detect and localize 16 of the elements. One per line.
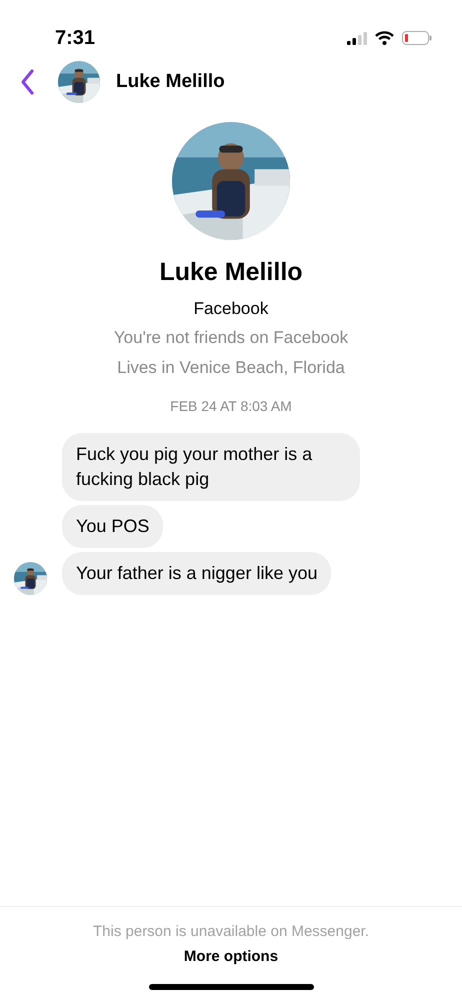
message-bubble: You POS [62,505,164,548]
battery-icon [402,31,432,45]
more-options-link[interactable]: More options [0,946,462,968]
profile-source: Facebook [194,298,268,320]
message-bubble: Your father is a nigger like you [62,552,332,595]
unavailable-notice: This person is unavailable on Messenger. [92,922,370,942]
contact-name[interactable]: Luke Melillo [116,68,225,96]
friendship-status: You're not friends on Facebook [114,327,348,349]
message-timestamp: FEB 24 AT 8:03 AM [170,397,292,416]
wifi-icon [375,31,394,45]
back-icon[interactable] [20,69,34,95]
status-time: 7:31 [55,26,96,51]
message-bubble: Fuck you pig your mother is a fucking black pig [62,433,360,501]
signal-icon [347,32,367,44]
profile-name: Luke Melillo [159,257,303,288]
profile-location: Lives in Venice Beach, Florida [117,356,345,378]
